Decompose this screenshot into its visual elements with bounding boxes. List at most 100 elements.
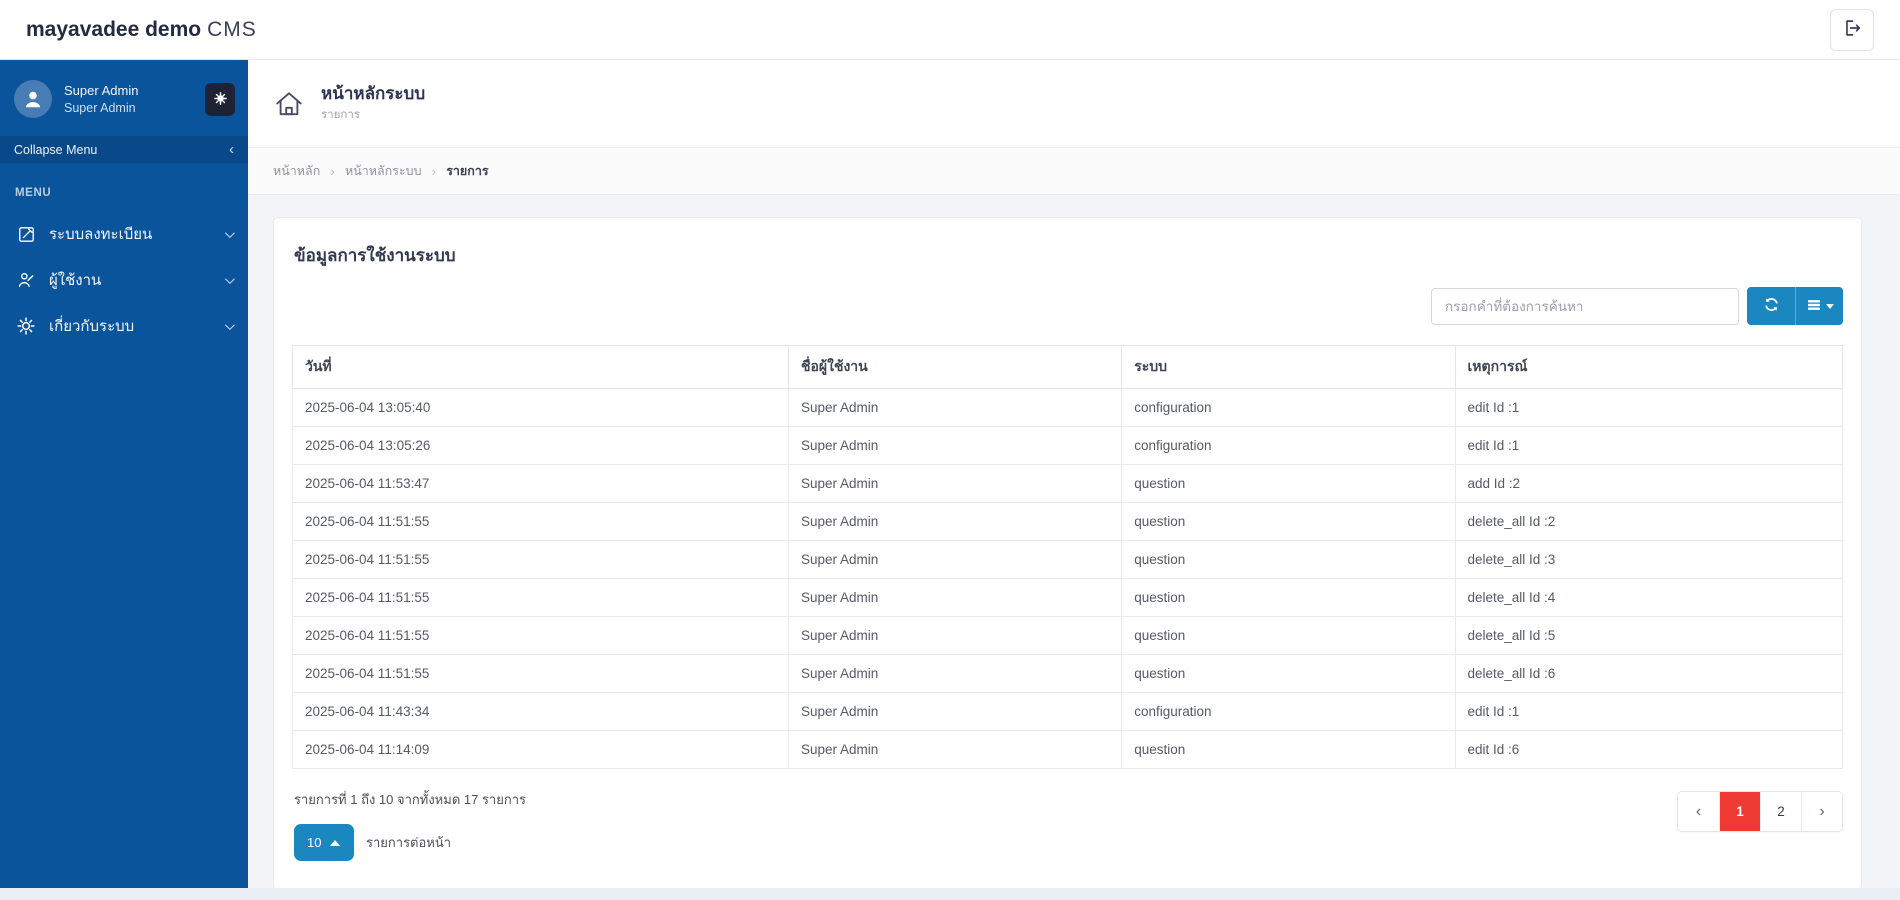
sidebar: Super Admin Super Admin Collapse Menu ‹ …	[0, 60, 248, 888]
table-cell: delete_all Id :6	[1454, 654, 1843, 693]
collapse-menu-label: Collapse Menu	[14, 142, 98, 157]
page-size-select[interactable]: 10	[294, 824, 354, 861]
search-input[interactable]	[1431, 287, 1739, 325]
card-title: ข้อมูลการใช้งานระบบ	[294, 246, 456, 265]
chevron-down-icon	[224, 273, 235, 284]
results-summary: รายการที่ 1 ถึง 10 จากทั้งหมด 17 รายการ	[294, 792, 527, 807]
table-footer: รายการที่ 1 ถึง 10 จากทั้งหมด 17 รายการ …	[292, 789, 1843, 861]
sidebar-item-label: เกี่ยวกับระบบ	[49, 318, 135, 335]
about-system-icon	[16, 316, 36, 336]
toolbar-button-group	[1747, 287, 1843, 325]
table-cell: question	[1121, 540, 1456, 579]
table-cell: edit Id :1	[1454, 388, 1843, 427]
table-cell: edit Id :6	[1454, 730, 1843, 769]
user-icon	[25, 91, 41, 108]
breadcrumb-home[interactable]: หน้าหลัก	[273, 161, 320, 181]
pagination-next-button[interactable]: ›	[1801, 792, 1842, 831]
table-row: 2025-06-04 11:51:55 Super Admin question de…	[292, 654, 1843, 693]
sidebar-item-register-system[interactable]: ระบบลงทะเบียน	[0, 211, 248, 257]
breadcrumb-section[interactable]: หน้าหลักระบบ	[345, 161, 422, 181]
gear-icon	[213, 91, 228, 109]
collapse-menu-button[interactable]: Collapse Menu ‹	[0, 136, 248, 163]
profile-settings-button[interactable]	[205, 83, 235, 116]
pagination-page-1[interactable]: 1	[1719, 792, 1760, 831]
table-cell: 2025-06-04 11:43:34	[292, 692, 789, 731]
column-header-date: วันที่	[292, 345, 789, 389]
pagination: ‹ 1 2 ›	[1677, 791, 1843, 832]
list-icon	[1806, 297, 1822, 316]
sidebar-item-label: ระบบลงทะเบียน	[49, 226, 153, 243]
table-cell: Super Admin	[787, 730, 1123, 769]
pagination-prev-button[interactable]: ‹	[1678, 792, 1719, 831]
chevron-left-icon: ‹	[229, 141, 234, 158]
profile-role: Super Admin	[64, 101, 136, 115]
table-cell: configuration	[1121, 426, 1456, 465]
sidebar-item-about-system[interactable]: เกี่ยวกับระบบ	[0, 303, 248, 349]
table-cell: question	[1121, 654, 1456, 693]
home-icon	[273, 88, 305, 120]
breadcrumb: หน้าหลัก › หน้าหลักระบบ › รายการ	[248, 148, 1900, 195]
page-size-value: 10	[307, 835, 322, 850]
table-cell: delete_all Id :5	[1454, 616, 1843, 655]
sidebar-item-users[interactable]: ผู้ใช้งาน	[0, 257, 248, 303]
table-cell: question	[1121, 464, 1456, 503]
table-cell: question	[1121, 578, 1456, 617]
profile-name: Super Admin	[64, 83, 139, 98]
table-cell: Super Admin	[787, 540, 1123, 579]
pagination-page-2[interactable]: 2	[1760, 792, 1801, 831]
bottom-strip	[0, 888, 1900, 900]
caret-down-icon	[1825, 303, 1834, 309]
columns-dropdown-button[interactable]	[1795, 287, 1843, 325]
table-row: 2025-06-04 11:51:55 Super Admin question de…	[292, 616, 1843, 655]
table-row: 2025-06-04 11:53:47 Super Admin question ad…	[292, 464, 1843, 503]
table-cell: delete_all Id :2	[1454, 502, 1843, 541]
avatar	[14, 80, 52, 118]
table-header-row: วันที่ ชื่อผู้ใช้งาน ระบบ เหตุการณ์	[292, 345, 1843, 389]
refresh-icon	[1763, 296, 1780, 316]
table-cell: configuration	[1121, 692, 1456, 731]
table-cell: question	[1121, 730, 1456, 769]
logo-bold: mayavadee demo	[26, 17, 202, 41]
table-cell: Super Admin	[787, 426, 1123, 465]
table-cell: 2025-06-04 13:05:40	[292, 388, 789, 427]
table-cell: Super Admin	[787, 464, 1123, 503]
usage-log-table: วันที่ ชื่อผู้ใช้งาน ระบบ เหตุการณ์ 2025…	[292, 345, 1843, 769]
breadcrumb-separator: ›	[330, 163, 335, 179]
page-title: หน้าหลักระบบ	[321, 83, 426, 103]
table-cell: delete_all Id :3	[1454, 540, 1843, 579]
breadcrumb-current: รายการ	[446, 164, 489, 178]
menu-header: MENU	[15, 187, 52, 199]
table-cell: edit Id :1	[1454, 692, 1843, 731]
column-header-username: ชื่อผู้ใช้งาน	[787, 345, 1123, 389]
chevron-down-icon	[224, 227, 235, 238]
main-content: หน้าหลักระบบ รายการ หน้าหลัก › หน้าหลักร…	[248, 60, 1900, 890]
table-cell: delete_all Id :4	[1454, 578, 1843, 617]
table-cell: 2025-06-04 11:14:09	[292, 730, 789, 769]
app-logo: mayavadee demo CMS	[26, 18, 257, 42]
logo-light: CMS	[207, 17, 257, 41]
per-page-label: รายการต่อหน้า	[366, 835, 452, 850]
table-row: 2025-06-04 11:51:55 Super Admin question de…	[292, 540, 1843, 579]
table-cell: Super Admin	[787, 616, 1123, 655]
sidebar-item-label: ผู้ใช้งาน	[49, 272, 102, 289]
table-cell: question	[1121, 616, 1456, 655]
table-row: 2025-06-04 11:51:55 Super Admin question de…	[292, 578, 1843, 617]
profile-section: Super Admin Super Admin	[0, 60, 248, 136]
table-cell: 2025-06-04 13:05:26	[292, 426, 789, 465]
refresh-button[interactable]	[1747, 287, 1795, 325]
table-body: 2025-06-04 13:05:40 Super Admin configurat…	[292, 388, 1843, 769]
table-row: 2025-06-04 13:05:40 Super Admin configurat…	[292, 388, 1843, 427]
logout-icon	[1841, 17, 1863, 42]
table-cell: 2025-06-04 11:51:55	[292, 540, 789, 579]
table-cell: Super Admin	[787, 502, 1123, 541]
breadcrumb-separator: ›	[431, 163, 437, 179]
page-subtitle: รายการ	[321, 109, 360, 122]
table-row: 2025-06-04 11:43:34 Super Admin configurat…	[292, 692, 1843, 731]
column-header-event: เหตุการณ์	[1454, 345, 1843, 389]
logout-button[interactable]	[1830, 8, 1874, 51]
table-cell: 2025-06-04 11:51:55	[292, 578, 789, 617]
table-cell: Super Admin	[787, 654, 1123, 693]
table-row: 2025-06-04 11:51:55 Super Admin question de…	[292, 502, 1843, 541]
table-cell: Super Admin	[787, 578, 1123, 617]
table-cell: 2025-06-04 11:51:55	[292, 616, 789, 655]
